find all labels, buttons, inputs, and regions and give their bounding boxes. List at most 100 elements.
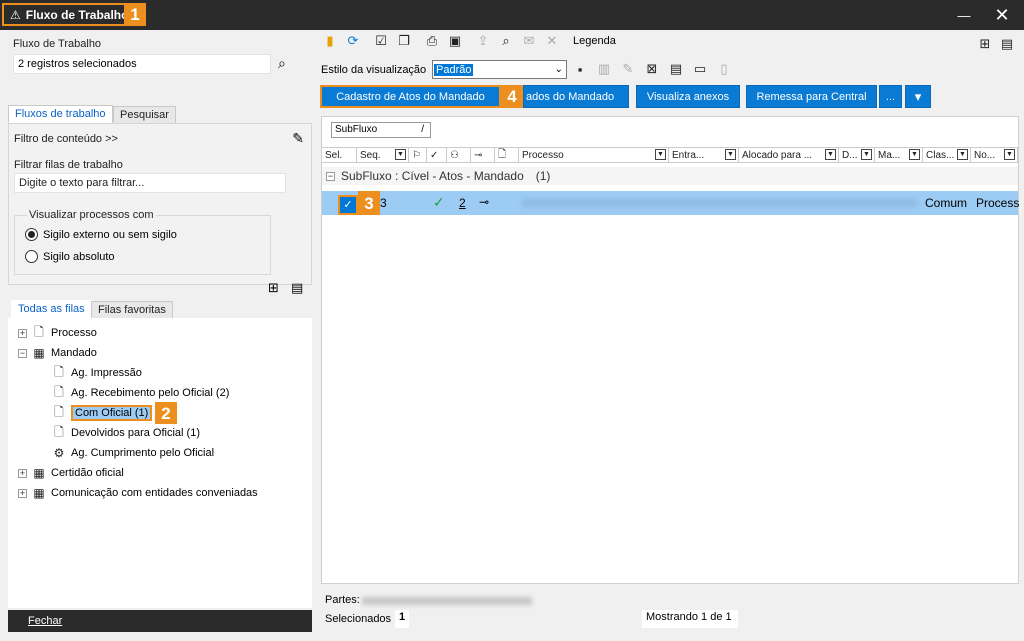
refresh-icon[interactable]: ⟳ bbox=[344, 32, 362, 50]
col-users[interactable]: ⚇ bbox=[447, 147, 471, 163]
content-filter-link[interactable]: Filtro de conteúdo >> bbox=[14, 133, 118, 145]
process-grid: SubFluxo / Sel. Seq. ▼ ⚐ ✓ ⚇ ⊸ 🗋 Processo… bbox=[321, 116, 1019, 584]
flow-field[interactable]: 2 registros selecionados bbox=[13, 54, 271, 74]
col-link[interactable]: ⊸ bbox=[471, 147, 495, 163]
copy-icon[interactable]: ❐ bbox=[395, 32, 413, 50]
doc-icon: 🗋 bbox=[54, 384, 64, 399]
doc-icon: 🗋 bbox=[54, 404, 64, 419]
atos-mandado-button[interactable]: ados do Mandado bbox=[523, 85, 629, 108]
tree-node-mandado[interactable]: − ▦ Mandado bbox=[18, 344, 97, 362]
expand-icon[interactable]: + bbox=[18, 488, 27, 498]
selected-count: 1 bbox=[395, 610, 410, 628]
expand-actions-button[interactable]: ▾ bbox=[905, 85, 931, 108]
marker-4: 4 bbox=[501, 85, 523, 108]
view-style-label: Estilo da visualização bbox=[321, 64, 427, 76]
filter-panel: Filtro de conteúdo >> ✎ Filtrar filas de… bbox=[8, 123, 312, 285]
save-print-icon[interactable]: ▣ bbox=[446, 32, 464, 50]
showing-count: Mostrando 1 de 1 bbox=[642, 610, 738, 628]
col-clas[interactable]: Clas... ▼ bbox=[923, 147, 971, 163]
col-check[interactable]: ✓ bbox=[427, 147, 447, 163]
tree-node-processo[interactable]: + 🗋 Processo bbox=[18, 324, 97, 342]
copy-check-icon[interactable]: ☑ bbox=[372, 32, 390, 50]
collapse-icon[interactable]: − bbox=[18, 348, 27, 358]
close-window-button[interactable]: ✕ bbox=[988, 4, 1016, 26]
col-doc[interactable]: 🗋 bbox=[495, 147, 519, 163]
tab-fluxos[interactable]: Fluxos de trabalho bbox=[8, 105, 113, 123]
dropdown-icon[interactable]: ▼ bbox=[1004, 149, 1015, 160]
export-icon[interactable]: ⇪ bbox=[474, 32, 492, 50]
dropdown-icon[interactable]: ▼ bbox=[395, 149, 406, 160]
clear-icon[interactable]: ✕ bbox=[543, 32, 561, 50]
visualiza-anexos-button[interactable]: Visualiza anexos bbox=[636, 85, 740, 108]
expand-icon[interactable]: + bbox=[18, 328, 27, 338]
doc-icon: 🗋 bbox=[54, 424, 64, 439]
trash-icon[interactable]: ▯ bbox=[715, 60, 733, 78]
minimize-button[interactable]: — bbox=[950, 4, 978, 26]
row-count-link[interactable]: 2 bbox=[459, 196, 466, 210]
dropdown-icon[interactable]: ▼ bbox=[861, 149, 872, 160]
new-item-icon[interactable]: ▮ bbox=[321, 32, 339, 50]
search-icon[interactable]: ⌕ bbox=[278, 55, 286, 72]
col-seq[interactable]: Seq. ▼ bbox=[357, 147, 409, 163]
brush-icon[interactable]: ✎ bbox=[292, 130, 304, 147]
col-processo[interactable]: Processo ▼ bbox=[519, 147, 669, 163]
excel-icon[interactable]: ⊠ bbox=[643, 60, 661, 78]
col-bookmark[interactable]: ⚐ bbox=[409, 147, 427, 163]
dropdown-icon[interactable]: ▼ bbox=[825, 149, 836, 160]
expand-icon[interactable]: + bbox=[18, 468, 27, 478]
dropdown-icon[interactable]: ▼ bbox=[957, 149, 968, 160]
tab-all-queues[interactable]: Todas as filas bbox=[11, 300, 92, 318]
radio-external-secrecy[interactable]: Sigilo externo ou sem sigilo bbox=[25, 228, 177, 241]
row-checkbox[interactable]: ✓ bbox=[338, 195, 358, 215]
row-class: Comum bbox=[925, 196, 968, 210]
col-sel[interactable]: Sel. bbox=[322, 147, 357, 163]
parts-label: Partes: bbox=[325, 594, 360, 606]
legend-link[interactable]: Legenda bbox=[573, 35, 616, 47]
dropdown-icon[interactable]: ▼ bbox=[655, 149, 666, 160]
close-button[interactable]: Fechar bbox=[8, 610, 312, 632]
search-doc-icon[interactable]: ⌕ bbox=[497, 32, 515, 50]
tree-node-ag-cumprimento[interactable]: ⚙ Ag. Cumprimento pelo Oficial bbox=[52, 444, 214, 462]
document-icon[interactable]: ▤ bbox=[667, 60, 685, 78]
tree-node-certidao[interactable]: + ▦ Certidão oficial bbox=[18, 464, 124, 482]
delete-icon[interactable]: ▥ bbox=[595, 60, 613, 78]
dropdown-icon[interactable]: ▼ bbox=[725, 149, 736, 160]
radio-absolute-secrecy[interactable]: Sigilo absoluto bbox=[25, 250, 115, 263]
comment-icon[interactable]: ✉ bbox=[520, 32, 538, 50]
list-view-icon[interactable]: ▤ bbox=[291, 280, 303, 296]
edit-icon[interactable]: ✎ bbox=[619, 60, 637, 78]
tree-node-ag-impressao[interactable]: 🗋 Ag. Impressão bbox=[52, 364, 142, 382]
tab-favorite-queues[interactable]: Filas favoritas bbox=[91, 301, 173, 319]
col-d[interactable]: D... ▼ bbox=[839, 147, 875, 163]
view-style-select[interactable]: Padrão ⌄ bbox=[432, 60, 567, 79]
remessa-central-button[interactable]: Remessa para Central bbox=[746, 85, 877, 108]
dropdown-icon[interactable]: ▼ bbox=[909, 149, 920, 160]
list-layout-icon[interactable]: ▤ bbox=[998, 35, 1016, 53]
col-alocado[interactable]: Alocado para ... ▼ bbox=[739, 147, 839, 163]
print-icon[interactable]: ⎙ bbox=[423, 32, 441, 50]
tree-node-devolvidos[interactable]: 🗋 Devolvidos para Oficial (1) bbox=[52, 424, 200, 442]
filter-queues-input[interactable]: Digite o texto para filtrar... bbox=[14, 173, 286, 193]
app-logo-icon: ⚠ bbox=[10, 7, 21, 22]
visualize-label: Visualizar processos com bbox=[27, 209, 156, 221]
title-bar: ⚠ Fluxo de Trabalho 1 — ✕ bbox=[0, 0, 1024, 30]
window-icon[interactable]: ▭ bbox=[691, 60, 709, 78]
collapse-icon[interactable]: − bbox=[326, 171, 335, 181]
tree-view-icon[interactable]: ⊞ bbox=[268, 280, 279, 296]
group-by-chip[interactable]: SubFluxo / bbox=[331, 122, 431, 138]
table-row[interactable]: ✓ 3 3 ✓ 2 ⊸ Comum Process bbox=[322, 191, 1019, 215]
tree-node-comunicacao[interactable]: + ▦ Comunicação com entidades conveniada… bbox=[18, 484, 258, 502]
save-icon[interactable]: ▪ bbox=[571, 60, 589, 78]
tree-node-ag-recebimento[interactable]: 🗋 Ag. Recebimento pelo Oficial (2) bbox=[52, 384, 229, 402]
selected-label: Selecionados bbox=[325, 613, 392, 625]
tree-node-com-oficial[interactable]: 🗋 Com Oficial (1) bbox=[47, 402, 153, 424]
more-actions-button[interactable]: ... bbox=[879, 85, 902, 108]
col-no[interactable]: No... ▼ bbox=[971, 147, 1018, 163]
tree-layout-icon[interactable]: ⊞ bbox=[976, 35, 994, 53]
docs-icon: ▦ bbox=[33, 466, 45, 480]
tab-pesquisar[interactable]: Pesquisar bbox=[113, 106, 176, 124]
col-entrada[interactable]: Entra... ▼ bbox=[669, 147, 739, 163]
group-row[interactable]: − SubFluxo : Cível - Atos - Mandado (1) bbox=[322, 167, 1018, 185]
col-ma[interactable]: Ma... ▼ bbox=[875, 147, 923, 163]
cadastro-atos-button[interactable]: Cadastro de Atos do Mandado bbox=[320, 85, 501, 108]
